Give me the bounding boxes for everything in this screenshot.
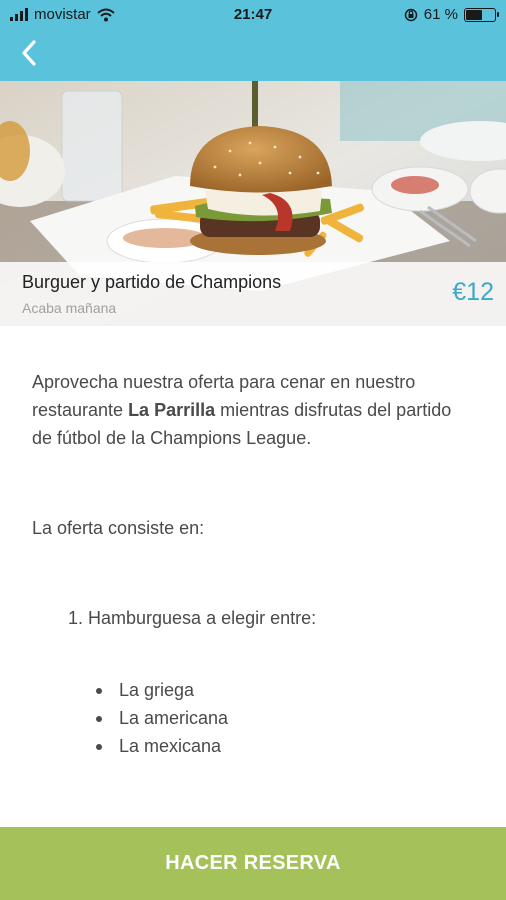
orientation-lock-icon: [404, 8, 418, 21]
burger-options: La griega La americana La mexicana: [96, 676, 472, 760]
deal-expiry: Acaba mañana: [22, 300, 117, 316]
status-bar: movistar 21:47 61 %: [0, 0, 506, 30]
book-button[interactable]: HACER RESERVA: [0, 827, 506, 900]
offer-item: Hamburguesa a elegir entre:: [88, 604, 472, 632]
deal-hero: Burguer y partido de Champions Acaba mañ…: [0, 81, 506, 326]
deal-caption: Burguer y partido de Champions Acaba mañ…: [0, 262, 506, 326]
top-bar: movistar 21:47 61 %: [0, 0, 506, 81]
deal-description: Aprovecha nuestra oferta para cenar en n…: [32, 368, 472, 760]
battery-percent: 61 %: [423, 6, 458, 23]
description-intro: Aprovecha nuestra oferta para cenar en n…: [32, 368, 472, 452]
burger-option: La griega: [96, 676, 472, 704]
back-button[interactable]: [14, 38, 44, 68]
deal-title: Burguer y partido de Champions: [22, 272, 282, 292]
chevron-left-icon: [22, 40, 36, 66]
deal-price: €12: [452, 278, 494, 306]
restaurant-name: La Parrilla: [128, 400, 216, 420]
battery-icon: [464, 7, 499, 22]
offer-lead: La oferta consiste en:: [32, 518, 205, 538]
burger-option: La mexicana: [96, 732, 472, 760]
burger-option: La americana: [96, 704, 472, 732]
offer-list: Hamburguesa a elegir entre:: [88, 604, 472, 632]
